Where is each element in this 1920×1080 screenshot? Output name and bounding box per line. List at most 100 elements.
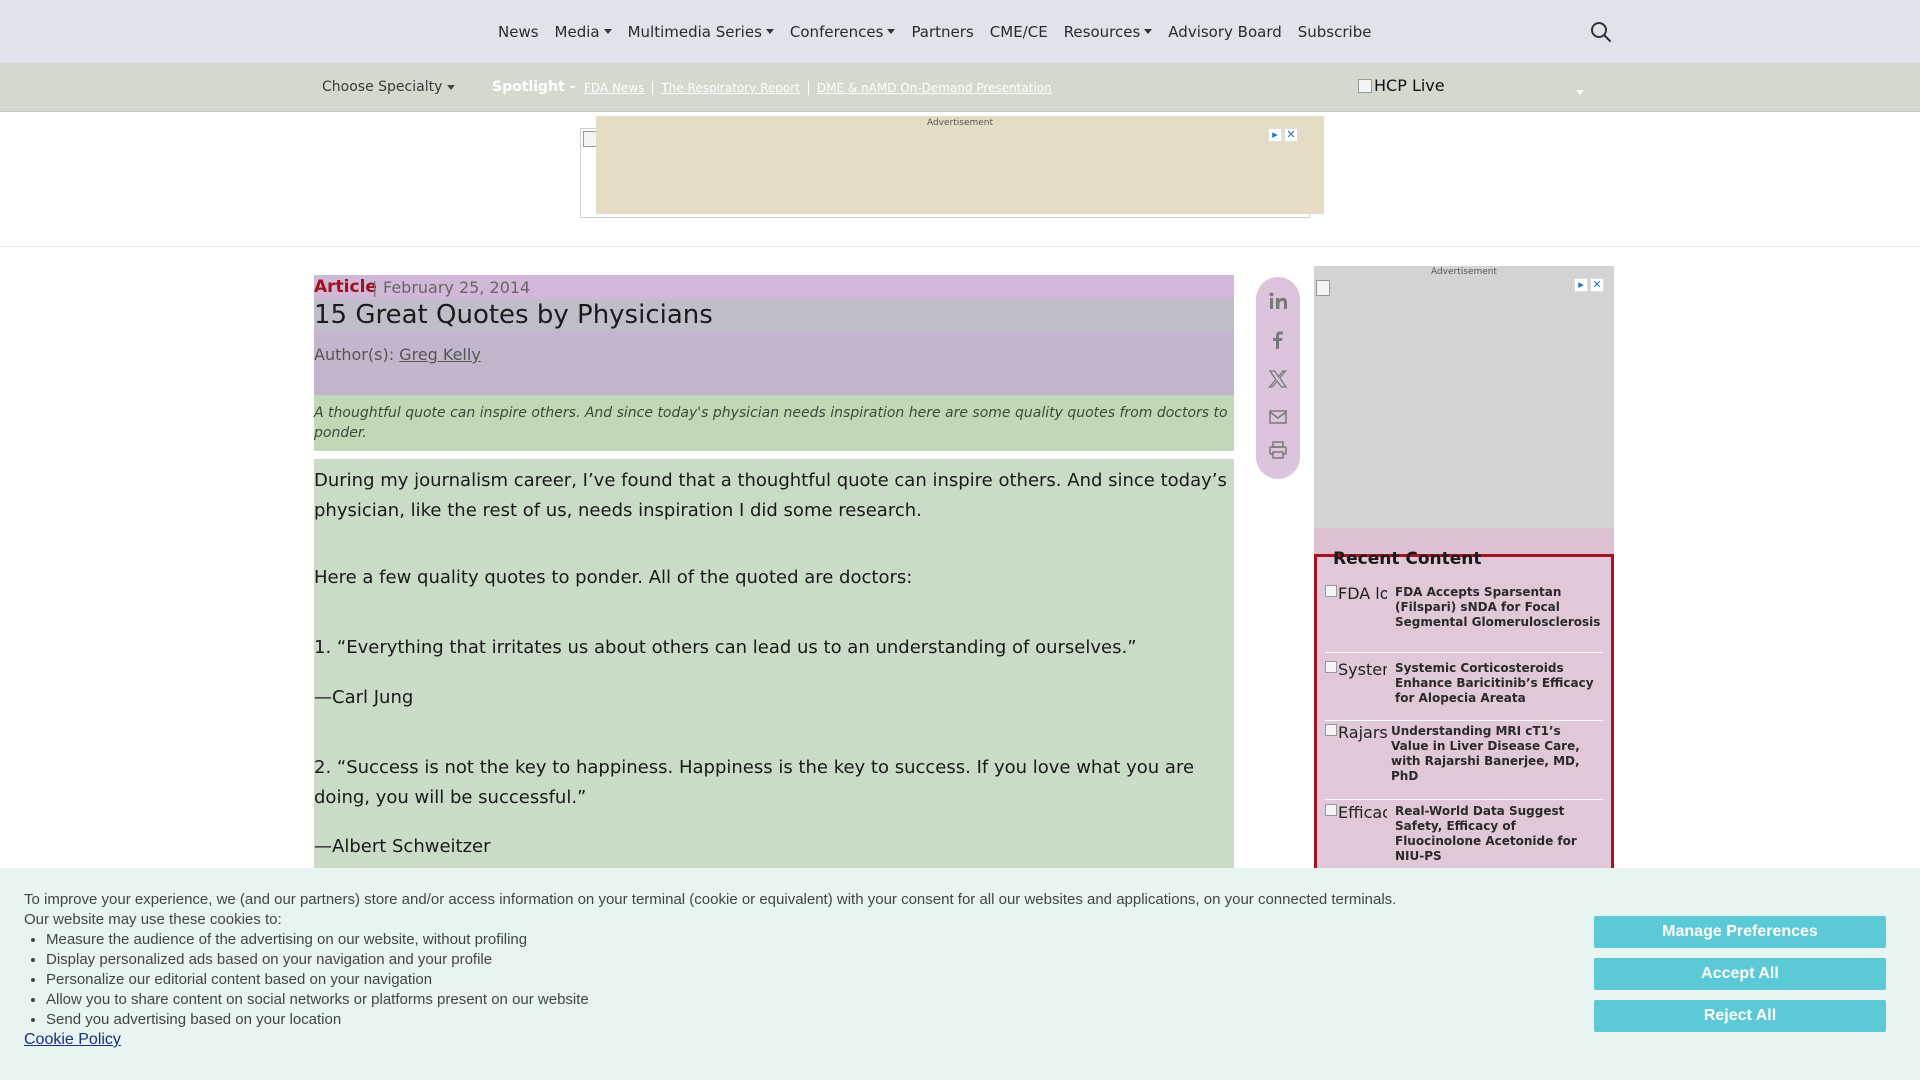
sidebar-advertisement[interactable]: Advertisement ▸ ✕ xyxy=(1314,266,1614,528)
spotlight-link-respiratory-report[interactable]: The Respiratory Report xyxy=(653,81,809,95)
nav-item-multimedia-series[interactable]: Multimedia Series xyxy=(620,23,782,41)
nav-item-conferences[interactable]: Conferences xyxy=(782,23,904,41)
paragraph: —Carl Jung xyxy=(314,687,414,708)
caret-down-icon xyxy=(447,84,456,90)
nav-item-news[interactable]: News xyxy=(490,23,547,41)
cookie-purpose: Send you advertising based on your locat… xyxy=(46,1010,1564,1030)
nav-item-subscribe[interactable]: Subscribe xyxy=(1290,23,1380,41)
ad-label: Advertisement xyxy=(1430,267,1498,277)
spotlight-label: Spotlight - xyxy=(492,79,576,95)
spotlight-link-fda-news[interactable]: FDA News xyxy=(584,81,654,95)
spotlight-bar: Choose Specialty Spotlight - FDA News Th… xyxy=(0,63,1920,112)
paragraph: Here a few quality quotes to ponder. All… xyxy=(314,567,913,588)
close-icon[interactable]: ✕ xyxy=(1590,278,1604,292)
thumbnail-alt: FDA logo | xyxy=(1338,585,1387,603)
cookie-purpose: Allow you to share content on social net… xyxy=(46,990,1564,1010)
thumbnail-alt: Rajarsh xyxy=(1338,724,1387,742)
logo-alt-text: HCP Live xyxy=(1374,76,1445,95)
article-author: Author(s): Greg Kelly xyxy=(314,345,481,364)
top-navigation: News Media Multimedia Series Conferences… xyxy=(0,0,1920,63)
nav-label: Media xyxy=(554,22,600,41)
recent-item-title[interactable]: FDA Accepts Sparsentan (Filspari) sNDA f… xyxy=(1395,585,1603,630)
broken-image-icon xyxy=(1325,724,1337,736)
close-icon[interactable]: ✕ xyxy=(1284,128,1298,142)
facebook-icon[interactable] xyxy=(1268,330,1288,350)
nav-item-cme-ce[interactable]: CME/CE xyxy=(982,23,1056,41)
x-icon[interactable] xyxy=(1268,369,1288,389)
reject-all-button[interactable]: Reject All xyxy=(1594,1000,1886,1032)
linkedin-icon[interactable] xyxy=(1268,291,1288,311)
spotlight-link-dme-namd[interactable]: DME & nAMD On-Demand Presentation xyxy=(809,81,1060,95)
broken-image-icon xyxy=(583,131,597,147)
caret-down-icon xyxy=(1144,29,1153,34)
broken-image-icon xyxy=(1325,585,1337,597)
paragraph: —Albert Schweitzer xyxy=(314,836,491,857)
nav-label: Conferences xyxy=(789,22,884,41)
ad-choices[interactable]: ▸ ✕ xyxy=(1574,278,1604,292)
caret-down-icon xyxy=(887,29,896,34)
paragraph: 2. “Success is not the key to happiness.… xyxy=(314,757,1195,808)
caret-down-icon xyxy=(765,29,774,34)
nav-label: Multimedia Series xyxy=(627,22,762,41)
recent-content-heading: Recent Content xyxy=(1333,549,1482,569)
cookie-text: To improve your experience, we (and our … xyxy=(24,890,1564,1050)
top-advertisement[interactable]: Advertisement ▸ ✕ xyxy=(596,116,1324,214)
cookie-purpose: Measure the audience of the advertising … xyxy=(46,930,1564,950)
recent-thumbnail[interactable]: FDA logo | xyxy=(1325,585,1387,603)
broken-image-icon xyxy=(1325,661,1337,673)
cookie-policy-link[interactable]: Cookie Policy xyxy=(24,1031,121,1048)
manage-preferences-button[interactable]: Manage Preferences xyxy=(1594,916,1886,948)
print-icon[interactable] xyxy=(1268,440,1288,460)
nav-item-advisory-board[interactable]: Advisory Board xyxy=(1160,23,1289,41)
adchoices-icon[interactable]: ▸ xyxy=(1574,278,1588,292)
adchoices-icon[interactable]: ▸ xyxy=(1268,128,1282,142)
recent-item-title[interactable]: Systemic Corticosteroids Enhance Baricit… xyxy=(1395,661,1603,706)
paragraph: 1. “Everything that irritates us about o… xyxy=(314,637,1137,658)
caret-down-icon[interactable] xyxy=(1576,90,1584,95)
nav-item-media[interactable]: Media xyxy=(547,23,620,41)
paragraph: During my journalism career, I’ve found … xyxy=(314,470,1227,521)
nav-label: Subscribe xyxy=(1297,22,1372,41)
recent-item-title[interactable]: Real-World Data Suggest Safety, Efficacy… xyxy=(1395,804,1603,864)
author-prefix: Author(s): xyxy=(314,345,395,364)
article-header: Article | February 25, 2014 15 Great Quo… xyxy=(314,275,1234,395)
thumbnail-alt: Efficacy xyxy=(1338,804,1387,822)
nav-item-partners[interactable]: Partners xyxy=(903,23,981,41)
cookie-consent-banner: To improve your experience, we (and our … xyxy=(0,868,1920,1080)
broken-image-icon xyxy=(1316,280,1330,296)
article-summary: A thoughtful quote can inspire others. A… xyxy=(314,395,1234,451)
recent-thumbnail[interactable]: Systemi xyxy=(1325,661,1387,679)
email-icon[interactable] xyxy=(1268,407,1288,427)
share-bar xyxy=(1256,277,1300,479)
author-link[interactable]: Greg Kelly xyxy=(399,345,481,364)
nav-item-resources[interactable]: Resources xyxy=(1056,23,1161,41)
nav-label: Partners xyxy=(911,22,974,41)
site-logo[interactable]: HCP Live xyxy=(1358,76,1445,95)
cookie-purpose: Display personalized ads based on your n… xyxy=(46,950,1564,970)
article-date: February 25, 2014 xyxy=(383,278,531,297)
recent-thumbnail[interactable]: Rajarsh xyxy=(1325,724,1387,742)
article-type: Article xyxy=(314,277,377,297)
recent-item[interactable]: Efficacy Real-World Data Suggest Safety,… xyxy=(1325,804,1603,870)
recent-item-title[interactable]: Understanding MRI cT1’s Value in Liver D… xyxy=(1391,724,1599,784)
divider xyxy=(0,246,1920,247)
ad-label: Advertisement xyxy=(926,118,994,128)
ad-choices[interactable]: ▸ ✕ xyxy=(1268,128,1298,142)
recent-item[interactable]: Systemi Systemic Corticosteroids Enhance… xyxy=(1325,661,1603,721)
recent-item[interactable]: FDA logo | FDA Accepts Sparsentan (Filsp… xyxy=(1325,585,1603,653)
cookie-intro-2: Our website may use these cookies to: xyxy=(24,911,282,928)
accept-all-button[interactable]: Accept All xyxy=(1594,958,1886,990)
nav-label: CME/CE xyxy=(989,22,1048,41)
cookie-purpose: Personalize our editorial content based … xyxy=(46,970,1564,990)
caret-down-icon xyxy=(603,29,612,34)
recent-thumbnail[interactable]: Efficacy xyxy=(1325,804,1387,822)
nav-label: Advisory Board xyxy=(1168,22,1282,41)
search-icon[interactable] xyxy=(1590,21,1612,43)
choose-specialty-dropdown[interactable]: Choose Specialty xyxy=(322,79,456,95)
cookie-intro: To improve your experience, we (and our … xyxy=(24,891,1397,908)
nav-label: Resources xyxy=(1063,22,1141,41)
recent-content: Recent Content FDA logo | FDA Accepts Sp… xyxy=(1314,549,1614,874)
recent-item[interactable]: Rajarsh Understanding MRI cT1’s Value in… xyxy=(1325,724,1603,800)
main-menu: News Media Multimedia Series Conferences… xyxy=(490,0,1379,63)
article-title: 15 Great Quotes by Physicians xyxy=(314,299,1234,331)
